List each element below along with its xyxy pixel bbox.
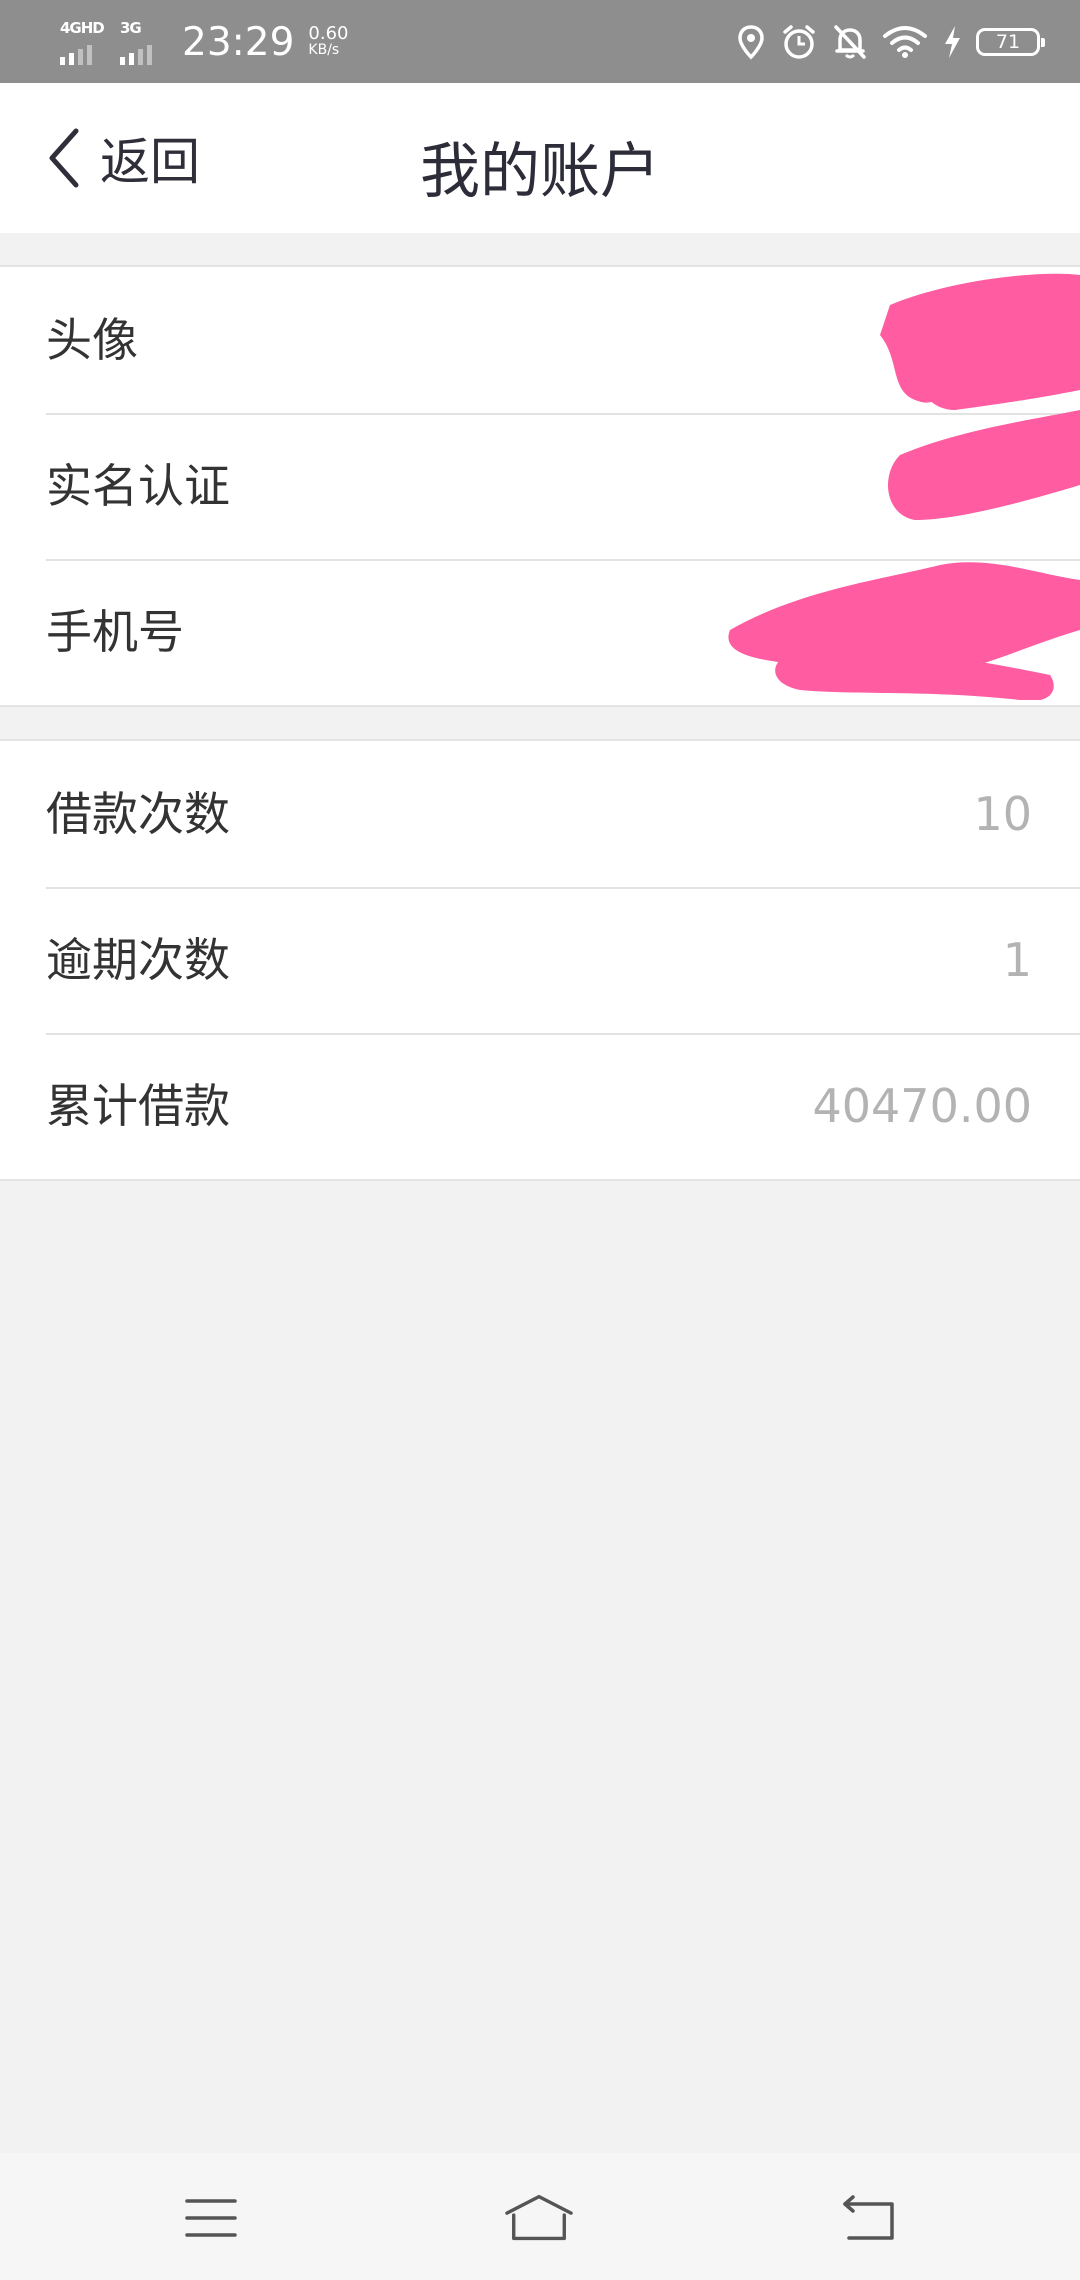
total-borrowed-value: 40470.00 [812, 1079, 1033, 1133]
signal-4g-icon: 4GHD [58, 17, 112, 67]
list-item-total-borrowed: 累计借款 40470.00 [0, 1033, 1080, 1179]
overdue-count-label: 逾期次数 [46, 933, 230, 987]
alarm-icon [783, 25, 815, 59]
back-arrow-icon [843, 2195, 894, 2240]
home-button[interactable] [504, 2188, 574, 2248]
list-item-phone[interactable]: 手机号 [0, 559, 1080, 705]
list-item-real-name-verification[interactable]: 实名认证 [0, 413, 1080, 559]
total-borrowed-label: 累计借款 [46, 1079, 230, 1133]
profile-group: 头像 实名认证 手机号 [0, 265, 1080, 707]
avatar-label: 头像 [46, 313, 138, 367]
back-nav-button[interactable] [834, 2188, 904, 2248]
page-title: 我的账户 [420, 137, 660, 207]
charging-icon [945, 26, 960, 58]
phone-label: 手机号 [46, 605, 184, 659]
loan-count-label: 借款次数 [46, 787, 230, 841]
stats-group: 借款次数 10 逾期次数 1 累计借款 40470.00 [0, 739, 1080, 1181]
speed-unit: KB/s [308, 42, 340, 58]
list-item-avatar[interactable]: 头像 [0, 267, 1080, 413]
network-1-label: 4GHD [60, 19, 105, 37]
list-item-loan-count: 借款次数 10 [0, 741, 1080, 887]
menu-icon [185, 2199, 237, 2237]
list-item-overdue-count: 逾期次数 1 [0, 887, 1080, 1033]
real-name-label: 实名认证 [46, 459, 230, 513]
speed-value: 0.60 [308, 23, 349, 44]
signal-3g-icon: 3G [118, 17, 172, 67]
battery-icon: 71 [976, 28, 1045, 56]
top-nav-bar: 返回 我的账户 [0, 83, 1080, 233]
mute-bell-icon [834, 25, 866, 59]
loan-count-value: 10 [973, 787, 1032, 841]
location-icon [738, 25, 764, 60]
battery-level: 71 [995, 31, 1021, 53]
system-nav-bar [0, 2153, 1080, 2280]
status-bar: 4GHD 3G 23:29 0.60 KB/s 71 [0, 0, 1080, 83]
clock: 23:29 [182, 19, 295, 65]
menu-button[interactable] [176, 2188, 246, 2248]
overdue-count-value: 1 [1002, 933, 1032, 987]
wifi-icon [883, 26, 927, 58]
home-icon [505, 2194, 573, 2241]
network-2-label: 3G [120, 19, 142, 37]
network-speed: 0.60 KB/s [308, 25, 348, 59]
